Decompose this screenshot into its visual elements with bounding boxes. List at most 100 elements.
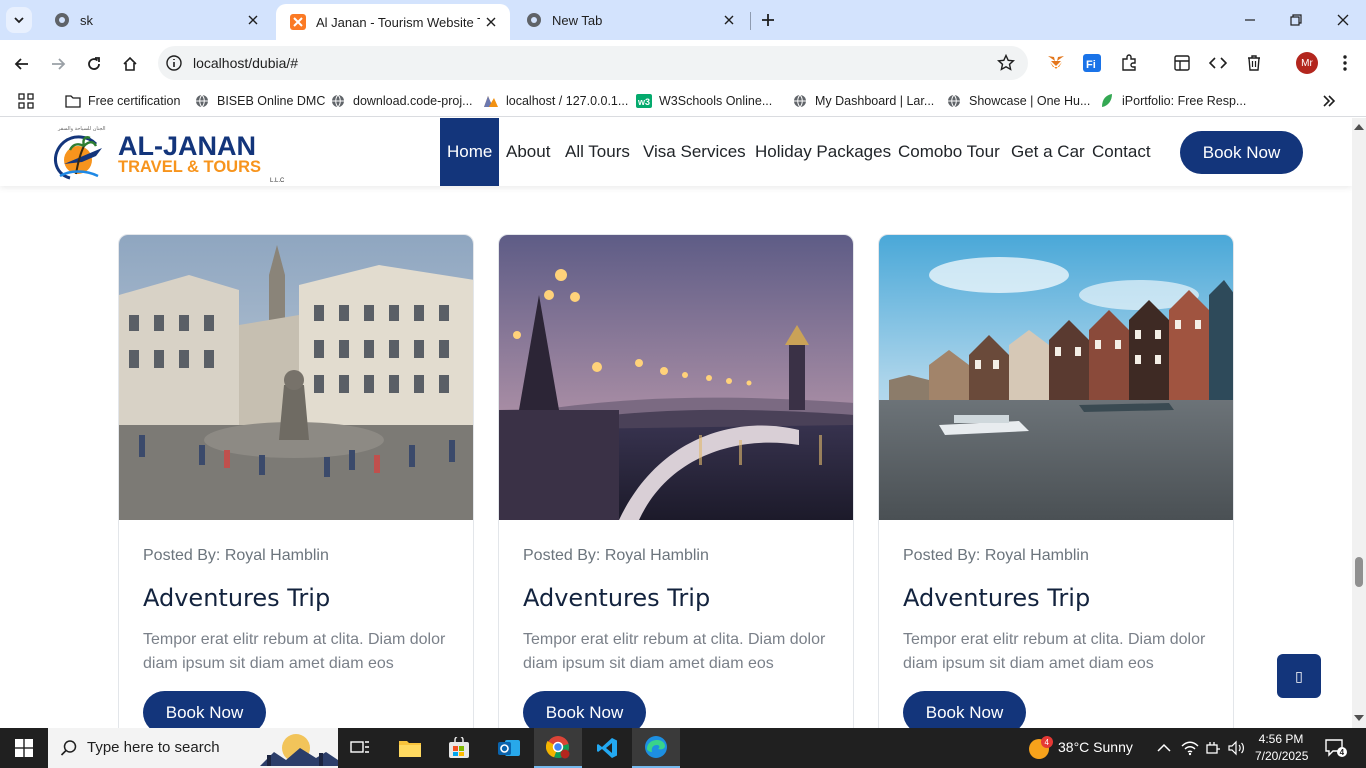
file-explorer-app[interactable] <box>386 728 434 768</box>
svg-text:w3: w3 <box>637 97 650 107</box>
tab-sk[interactable]: sk <box>40 0 272 40</box>
close-icon[interactable] <box>480 11 502 33</box>
taskbar-search-placeholder[interactable]: Type here to search <box>87 739 220 756</box>
browser-menu-button[interactable] <box>1334 52 1356 74</box>
task-view-icon <box>350 741 369 753</box>
nav-all-tours[interactable]: All Tours <box>565 118 630 186</box>
reload-button[interactable] <box>80 50 108 78</box>
close-icon <box>1337 14 1349 26</box>
bookmark-phpmyadmin[interactable]: localhost / 127.0.0.1... <box>483 91 628 111</box>
outlook-app[interactable] <box>485 728 533 768</box>
card-description: Tempor erat elitr rebum at clita. Diam d… <box>143 631 446 672</box>
canal-houses-boat-photo[interactable] <box>879 235 1234 520</box>
clock[interactable]: 4:56 PM 7/20/2025 <box>1255 731 1308 765</box>
nav-book-now-button[interactable]: Book Now <box>1180 131 1303 174</box>
card-title[interactable]: Adventures Trip <box>143 584 330 612</box>
url-text[interactable]: localhost/dubia/# <box>193 55 298 71</box>
page-scrollbar[interactable] <box>1352 118 1366 728</box>
tab-groups-button[interactable] <box>1171 52 1193 74</box>
battery-button[interactable] <box>1203 738 1223 758</box>
tour-card: Posted By: Royal Hamblin Adventures Trip… <box>498 234 854 728</box>
fox-icon <box>1048 56 1064 69</box>
nav-visa-services[interactable]: Visa Services <box>643 118 746 186</box>
bookmark-code-projects[interactable]: download.code-proj... <box>330 91 473 111</box>
tab-new-tab[interactable]: New Tab <box>512 0 748 40</box>
arrow-right-icon <box>52 58 66 70</box>
delete-button[interactable] <box>1243 52 1265 74</box>
back-button[interactable] <box>8 50 36 78</box>
plus-icon <box>762 14 774 26</box>
book-now-button[interactable]: Book Now <box>143 691 266 728</box>
city-square-fountain-photo[interactable] <box>119 235 474 520</box>
extensions-button[interactable] <box>1118 52 1140 74</box>
scroll-up-arrow-icon[interactable] <box>1354 124 1364 130</box>
chrome-app[interactable] <box>534 728 582 768</box>
new-tab-button[interactable] <box>756 8 780 32</box>
back-to-top-button[interactable]: ▯ <box>1277 654 1321 698</box>
nav-home[interactable]: Home <box>440 118 500 186</box>
book-now-button[interactable]: Book Now <box>523 691 646 728</box>
metamask-extension[interactable] <box>1045 52 1067 74</box>
card-title[interactable]: Adventures Trip <box>903 584 1090 612</box>
tour-card: Posted By: Royal Hamblin Adventures Trip… <box>878 234 1234 728</box>
notification-count: 4 <box>1340 748 1345 757</box>
bookmark-star-button[interactable] <box>995 52 1017 74</box>
nav-about[interactable]: About <box>506 118 550 186</box>
globe-icon <box>194 93 210 109</box>
network-button[interactable] <box>1180 738 1200 758</box>
globe-icon <box>946 93 962 109</box>
start-button[interactable] <box>0 728 48 768</box>
notification-center-button[interactable]: 4 <box>1324 738 1348 758</box>
apps-grid-icon <box>18 93 34 109</box>
card-title[interactable]: Adventures Trip <box>523 584 710 612</box>
al-janan-logo[interactable]: الجنان للسياحة والسفر AL-JANAN TRAVEL & … <box>52 124 302 184</box>
forward-button[interactable] <box>44 50 72 78</box>
edge-app[interactable] <box>632 728 680 768</box>
scrollbar-thumb[interactable] <box>1355 557 1363 587</box>
restore-button[interactable] <box>1273 0 1319 40</box>
close-icon[interactable] <box>242 9 264 31</box>
tab-title: Al Janan - Tourism Website Ten <box>316 14 480 30</box>
bridge-at-dusk-photo[interactable] <box>499 235 854 520</box>
bookmark-showcase[interactable]: Showcase | One Hu... <box>946 91 1090 111</box>
chevron-double-right-icon <box>1323 95 1336 107</box>
bookmark-dashboard[interactable]: My Dashboard | Lar... <box>792 91 934 111</box>
info-icon[interactable] <box>165 54 183 72</box>
nav-combo-tour[interactable]: Comobo Tour <box>898 118 1000 186</box>
apps-button[interactable] <box>18 91 34 111</box>
nav-contact[interactable]: Contact <box>1092 118 1151 186</box>
nav-holiday-packages[interactable]: Holiday Packages <box>755 118 891 186</box>
bookmark-biseb[interactable]: BISEB Online DMC <box>194 91 325 111</box>
tab-search-button[interactable] <box>6 7 32 33</box>
close-icon[interactable] <box>718 9 740 31</box>
home-button[interactable] <box>116 50 144 78</box>
tab-al-janan[interactable]: Al Janan - Tourism Website Ten <box>276 4 510 40</box>
devtools-button[interactable] <box>1207 52 1229 74</box>
weather-sun-icon[interactable]: 4 <box>1027 734 1055 762</box>
vscode-app[interactable] <box>583 728 631 768</box>
bookmark-label: W3Schools Online... <box>659 94 773 108</box>
card-description: Tempor erat elitr rebum at clita. Diam d… <box>903 631 1206 672</box>
bookmark-label: iPortfolio: Free Resp... <box>1122 94 1247 108</box>
bookmark-iportfolio[interactable]: iPortfolio: Free Resp... <box>1099 91 1246 111</box>
nav-get-a-car[interactable]: Get a Car <box>1011 118 1085 186</box>
store-icon <box>449 737 469 758</box>
more-bookmarks-button[interactable] <box>1322 91 1336 111</box>
show-hidden-icons-button[interactable] <box>1154 738 1174 758</box>
volume-button[interactable] <box>1227 738 1247 758</box>
font-extension[interactable]: Fi <box>1081 52 1103 74</box>
vscode-icon <box>597 738 617 758</box>
weather-text[interactable]: 38°C Sunny <box>1058 739 1133 755</box>
scroll-down-arrow-icon[interactable] <box>1354 715 1364 721</box>
trash-icon <box>1248 55 1260 71</box>
minimize-button[interactable] <box>1227 0 1273 40</box>
profile-avatar[interactable]: Mr <box>1296 52 1318 74</box>
task-view-button[interactable] <box>336 728 384 768</box>
book-now-button[interactable]: Book Now <box>903 691 1026 728</box>
bookmark-free-certification[interactable]: Free certification <box>65 91 180 111</box>
microsoft-store-app[interactable] <box>435 728 483 768</box>
tab-title: New Tab <box>552 12 603 28</box>
w3schools-icon: w3 <box>636 93 652 109</box>
close-window-button[interactable] <box>1320 0 1366 40</box>
bookmark-w3schools[interactable]: w3 W3Schools Online... <box>636 91 772 111</box>
